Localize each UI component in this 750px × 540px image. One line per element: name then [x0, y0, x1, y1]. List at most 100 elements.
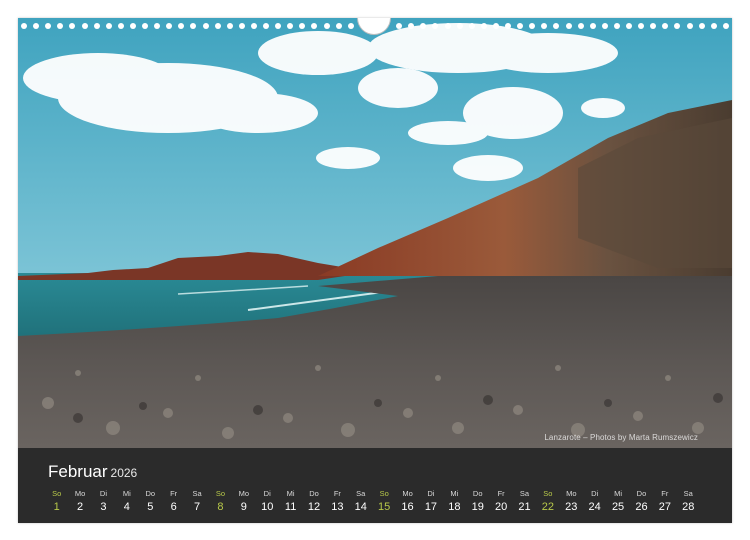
- binding-hole: [722, 23, 729, 29]
- day-cell: Di 3: [92, 487, 115, 514]
- weekday-label: Fr: [661, 489, 669, 498]
- binding-hole: [710, 23, 717, 29]
- binding-hole: [190, 23, 197, 29]
- binding-hole: [589, 23, 596, 29]
- weekday-label: Fr: [497, 489, 505, 498]
- day-number: 23: [565, 501, 578, 513]
- binding-hole: [480, 23, 487, 29]
- binding-hole: [529, 23, 536, 29]
- day-cell: Fr 20: [489, 487, 512, 514]
- landscape-photo: Lanzarote – Photos by Marta Rumszewicz: [18, 18, 732, 448]
- weekday-label: So: [52, 489, 62, 498]
- day-number: 21: [518, 501, 531, 513]
- day-cell: Sa 21: [513, 487, 536, 514]
- day-number: 28: [682, 501, 695, 513]
- binding-hole: [686, 23, 693, 29]
- day-cell: So 1: [45, 487, 68, 514]
- day-cell: Fr 13: [326, 487, 349, 514]
- weekday-label: Di: [591, 489, 599, 498]
- weekday-label: Di: [263, 489, 271, 498]
- binding-hole: [408, 23, 415, 29]
- binding-hole: [396, 23, 403, 29]
- binding-hole: [33, 23, 40, 29]
- weekday-label: Mo: [402, 489, 413, 498]
- day-cell: Di 10: [256, 487, 279, 514]
- day-cell: Do 19: [466, 487, 489, 514]
- weekday-label: Sa: [192, 489, 202, 498]
- weekday-label: So: [379, 489, 389, 498]
- day-number: 15: [378, 501, 391, 513]
- weekday-label: So: [543, 489, 553, 498]
- day-cell: Mi 25: [606, 487, 629, 514]
- binding-hole: [323, 23, 330, 29]
- binding-hole: [420, 23, 427, 29]
- binding-hole: [226, 23, 233, 29]
- day-number: 12: [307, 501, 321, 513]
- binding-hole: [662, 23, 669, 29]
- binding-hole: [432, 23, 439, 29]
- weekday-label: Mo: [566, 489, 577, 498]
- day-number: 10: [261, 501, 274, 513]
- weekday-label: So: [215, 489, 226, 498]
- binding-hole: [299, 23, 306, 29]
- day-grid: So 1 Mo 2 Di 3 Mi 4 Do 5 Fr 6 Sa 7 So 8 Mo 9 Di 10 Mi 11 Do 12 F…: [45, 487, 700, 514]
- year: 2026: [110, 466, 138, 480]
- binding-hole: [565, 23, 572, 29]
- day-cell: Di 17: [419, 487, 442, 514]
- day-cell: Mi 4: [115, 487, 138, 514]
- day-number: 13: [331, 501, 344, 513]
- day-number: 1: [53, 501, 60, 513]
- day-number: 4: [123, 501, 130, 513]
- binding-hole: [505, 23, 511, 29]
- day-number: 20: [494, 501, 508, 513]
- binding-hole: [214, 23, 221, 29]
- day-number: 11: [284, 501, 297, 513]
- day-cell: Sa 28: [677, 487, 700, 514]
- binding-hole: [57, 23, 64, 29]
- binding-hole: [541, 23, 548, 29]
- day-cell: Do 5: [139, 487, 162, 514]
- weekday-label: Sa: [683, 489, 693, 498]
- day-number: 19: [471, 501, 484, 513]
- binding-hole: [698, 23, 705, 29]
- month-heading: Februar 2026: [48, 462, 137, 482]
- day-cell: Fr 6: [162, 487, 185, 514]
- day-cell: Mo 2: [68, 487, 91, 514]
- day-cell: Di 24: [583, 487, 606, 514]
- binding-hole: [142, 23, 148, 29]
- binding-hole: [178, 23, 185, 29]
- weekday-label: Mi: [450, 489, 459, 498]
- day-cell: Mo 9: [232, 487, 255, 514]
- weekday-label: Mo: [238, 489, 250, 498]
- binding-hole: [250, 23, 257, 29]
- day-cell: Mi 11: [279, 487, 302, 514]
- month-name: Februar: [48, 462, 108, 481]
- day-number: 16: [401, 501, 414, 513]
- binding-hole: [263, 23, 269, 29]
- binding-hole: [468, 23, 475, 29]
- day-number: 17: [424, 501, 438, 513]
- day-cell: Fr 27: [653, 487, 676, 514]
- day-number: 26: [635, 501, 648, 513]
- binding-hole: [626, 23, 632, 29]
- binding-hole: [45, 23, 52, 29]
- day-cell: Mo 16: [396, 487, 419, 514]
- day-number: 2: [77, 501, 84, 513]
- binding-hole: [21, 23, 27, 29]
- binding-hole: [105, 23, 112, 29]
- weekday-label: Fr: [333, 489, 341, 498]
- binding-hole: [492, 23, 499, 29]
- day-number: 3: [100, 501, 107, 513]
- binding-hole: [613, 23, 620, 29]
- day-number: 8: [217, 501, 224, 513]
- binding-hole: [335, 23, 342, 29]
- weekday-label: Mi: [286, 489, 295, 498]
- binding-hole: [81, 23, 88, 29]
- weekday-label: Sa: [356, 489, 366, 498]
- binding-hole: [674, 23, 681, 29]
- weekday-label: Do: [636, 489, 647, 498]
- volcanic-beach-image: [18, 18, 732, 448]
- day-number: 14: [354, 501, 367, 513]
- binding-hole: [638, 23, 645, 29]
- weekday-label: Di: [427, 489, 435, 498]
